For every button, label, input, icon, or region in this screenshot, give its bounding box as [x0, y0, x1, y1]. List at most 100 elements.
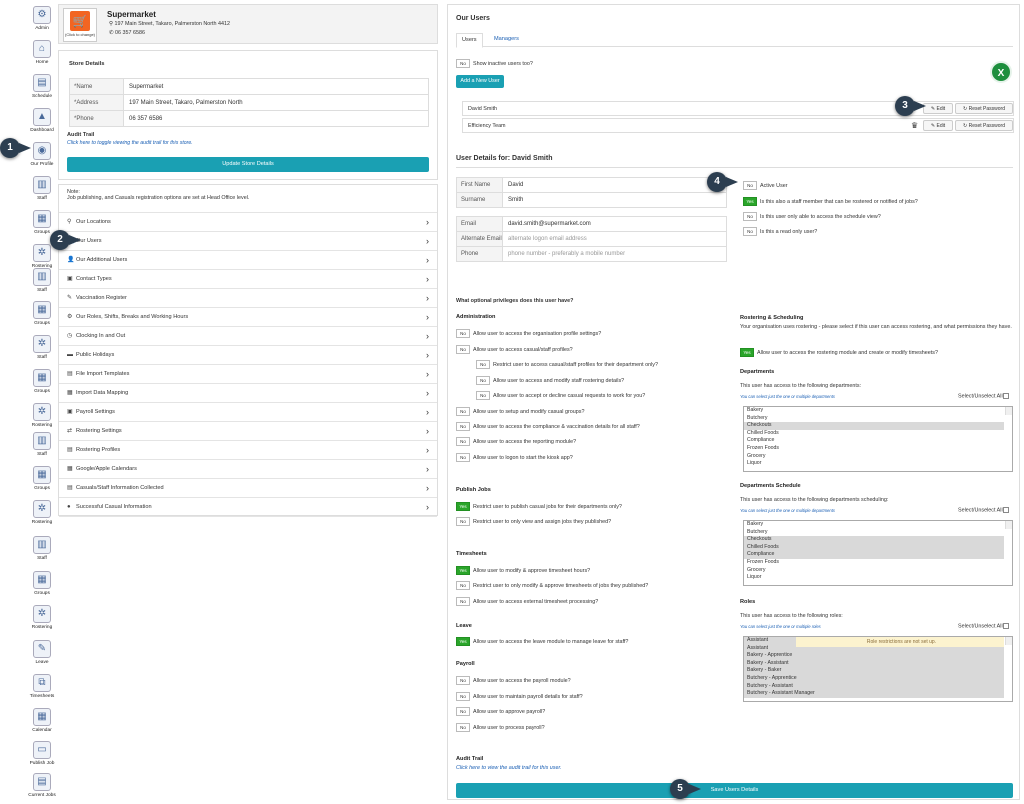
list-option[interactable]: Butchery - Assistant Manager — [744, 690, 1004, 698]
sidebar-item-calendar[interactable]: ▦ Calendar — [22, 708, 62, 733]
store-name-input[interactable]: Supermarket — [124, 79, 428, 94]
privilege-toggle[interactable]: No — [476, 376, 490, 386]
privilege-toggle[interactable]: No — [476, 391, 490, 401]
menu-item-our-roles-shifts-breaks-and-working-hours[interactable]: ⚙ Our Roles, Shifts, Breaks and Working H… — [59, 308, 437, 327]
reset-password-button[interactable]: ↻ Reset Password — [955, 103, 1013, 114]
menu-item-our-additional-users[interactable]: 👤 Our Additional Users › — [59, 251, 437, 270]
menu-item-rostering-settings[interactable]: ⇄ Rostering Settings › — [59, 422, 437, 441]
menu-item-vaccination-register[interactable]: ✎ Vaccination Register › — [59, 289, 437, 308]
alt-email-input[interactable]: alternate logon email address — [503, 232, 726, 246]
sidebar-item-dashboard[interactable]: ▲ Dashboard — [22, 108, 62, 133]
select-all-checkbox[interactable] — [1002, 507, 1009, 513]
sidebar-item-rostering[interactable]: ✲ Rostering — [22, 500, 62, 525]
sidebar-item-current-jobs[interactable]: ▤ Current Jobs — [22, 773, 62, 798]
save-user-button[interactable]: Save Users Details — [456, 783, 1013, 798]
menu-item-import-data-mapping[interactable]: ▦ Import Data Mapping › — [59, 384, 437, 403]
list-option[interactable]: Butchery — [744, 529, 1004, 537]
sidebar-item-timesheets[interactable]: ⧉ Timesheets — [22, 674, 62, 699]
edit-user-button[interactable]: ✎ Edit — [923, 103, 953, 114]
list-option[interactable]: Bakery - Assistant — [744, 659, 1004, 668]
add-user-button[interactable]: Add a New User — [456, 75, 504, 88]
list-option[interactable]: Grocery — [744, 567, 1004, 575]
list-option[interactable]: Grocery — [744, 453, 1004, 461]
select-all-toggle[interactable]: Select/Unselect All — [958, 393, 1009, 399]
list-option[interactable]: Liquor — [744, 460, 1004, 468]
user-row-efficiency[interactable]: Efficiency Team ♛ ✎ Edit ↻ Reset Passwor… — [462, 118, 1014, 133]
privilege-toggle[interactable]: No — [456, 345, 470, 355]
flag-toggle[interactable]: No — [743, 227, 757, 237]
store-phone-input[interactable]: 06 357 6586 — [124, 111, 428, 126]
privilege-toggle[interactable]: No — [456, 407, 470, 417]
privilege-toggle[interactable]: No — [456, 517, 470, 527]
list-option[interactable]: Checkouts — [744, 422, 1004, 430]
sidebar-item-leave[interactable]: ✎ Leave — [22, 640, 62, 665]
menu-item-rostering-profiles[interactable]: ▤ Rostering Profiles › — [59, 441, 437, 460]
flag-toggle[interactable]: Yes — [743, 197, 757, 207]
phone-input[interactable]: phone number - preferably a mobile numbe… — [503, 247, 726, 261]
list-option[interactable]: Bakery — [744, 407, 1004, 415]
sidebar-item-rostering[interactable]: ✲ Rostering — [22, 605, 62, 630]
scrollbar[interactable] — [1005, 637, 1012, 645]
select-all-checkbox[interactable] — [1002, 623, 1009, 629]
sidebar-item-rostering[interactable]: ✲ Rostering — [22, 403, 62, 428]
privilege-toggle[interactable]: No — [456, 723, 470, 733]
menu-item-payroll-settings[interactable]: ▣ Payroll Settings › — [59, 403, 437, 422]
sidebar-item-groups[interactable]: ▦ Groups — [22, 466, 62, 491]
sidebar-item-publish-job[interactable]: ▭ Publish Job — [22, 741, 62, 766]
sidebar-item-staff[interactable]: ▥ Staff — [22, 176, 62, 201]
menu-item-casuals-staff-information-collected[interactable]: ▤ Casuals/Staff Information Collected › — [59, 479, 437, 498]
scrollbar[interactable] — [1005, 407, 1012, 415]
schedule-listbox[interactable]: Bakery Butchery Checkouts Chilled Foods Comp… — [743, 520, 1013, 586]
store-audit-link[interactable]: Click here to toggle viewing the audit t… — [67, 140, 193, 146]
list-option[interactable]: Chilled Foods — [744, 543, 1004, 552]
privilege-toggle[interactable]: No — [456, 597, 470, 607]
privilege-toggle[interactable]: No — [476, 360, 490, 370]
menu-item-file-import-templates[interactable]: ▤ File Import Templates › — [59, 365, 437, 384]
show-inactive-toggle[interactable]: No — [456, 59, 470, 69]
menu-item-google-apple-calendars[interactable]: ▦ Google/Apple Calendars › — [59, 460, 437, 479]
menu-item-successful-casual-information[interactable]: ● Successful Casual Information › — [59, 498, 437, 517]
first-name-input[interactable]: David — [503, 178, 726, 192]
user-row-david[interactable]: David Smith ✎ Edit ↻ Reset Password — [462, 101, 1014, 116]
user-audit-link[interactable]: Click here to view the audit trail for t… — [456, 765, 562, 771]
tab-users[interactable]: Users — [456, 33, 483, 48]
privilege-toggle[interactable]: No — [456, 676, 470, 686]
flag-toggle[interactable]: No — [743, 181, 757, 191]
privilege-toggle[interactable]: No — [456, 453, 470, 463]
select-all-toggle[interactable]: Select/Unselect All — [958, 507, 1009, 513]
email-input[interactable]: david.smith@supermarket.com — [503, 217, 726, 231]
menu-item-our-users[interactable]: 👥 Our Users › — [59, 232, 437, 251]
departments-listbox[interactable]: Bakery Butchery Checkouts Chilled Foods Comp… — [743, 406, 1013, 472]
store-logo[interactable]: 🛒 (Click to change) — [63, 8, 97, 42]
sidebar-item-home[interactable]: ⌂ Home — [22, 40, 62, 65]
list-option[interactable]: Bakery - Baker — [744, 667, 1004, 675]
privilege-toggle[interactable]: Yes — [456, 502, 470, 512]
list-option[interactable]: Bakery — [744, 521, 1004, 529]
sidebar-item-staff[interactable]: ▥ Staff — [22, 268, 62, 293]
sidebar-item-groups[interactable]: ▦ Groups — [22, 301, 62, 326]
list-option[interactable]: Compliance — [744, 551, 1004, 559]
menu-item-public-holidays[interactable]: ▬ Public Holidays › — [59, 346, 437, 365]
edit-user-button[interactable]: ✎ Edit — [923, 120, 953, 131]
list-option[interactable]: Chilled Foods — [744, 430, 1004, 438]
menu-item-contact-types[interactable]: ▣ Contact Types › — [59, 270, 437, 289]
privilege-toggle[interactable]: No — [456, 707, 470, 717]
store-address-input[interactable]: 197 Main Street, Takaro, Palmerston Nort… — [124, 95, 428, 110]
privilege-toggle[interactable]: No — [456, 692, 470, 702]
list-option[interactable]: Frozen Foods — [744, 445, 1004, 453]
select-all-toggle[interactable]: Select/Unselect All — [958, 623, 1009, 629]
sidebar-item-staff[interactable]: ✲ Staff — [22, 335, 62, 360]
scrollbar[interactable] — [1005, 521, 1012, 529]
flag-toggle[interactable]: No — [743, 212, 757, 222]
list-option[interactable]: Compliance — [744, 437, 1004, 445]
privilege-toggle[interactable]: Yes — [456, 637, 470, 647]
sidebar-item-groups[interactable]: ▦ Groups — [22, 369, 62, 394]
sidebar-item-schedule[interactable]: ▤ Schedule — [22, 74, 62, 99]
sidebar-item-groups[interactable]: ▦ Groups — [22, 571, 62, 596]
list-option[interactable]: Checkouts — [744, 536, 1004, 544]
privilege-toggle[interactable]: No — [456, 437, 470, 447]
sidebar-item-staff[interactable]: ▥ Staff — [22, 432, 62, 457]
menu-item-clocking-in-and-out[interactable]: ◷ Clocking In and Out › — [59, 327, 437, 346]
update-store-button[interactable]: Update Store Details — [67, 157, 429, 172]
list-option[interactable]: Liquor — [744, 574, 1004, 582]
